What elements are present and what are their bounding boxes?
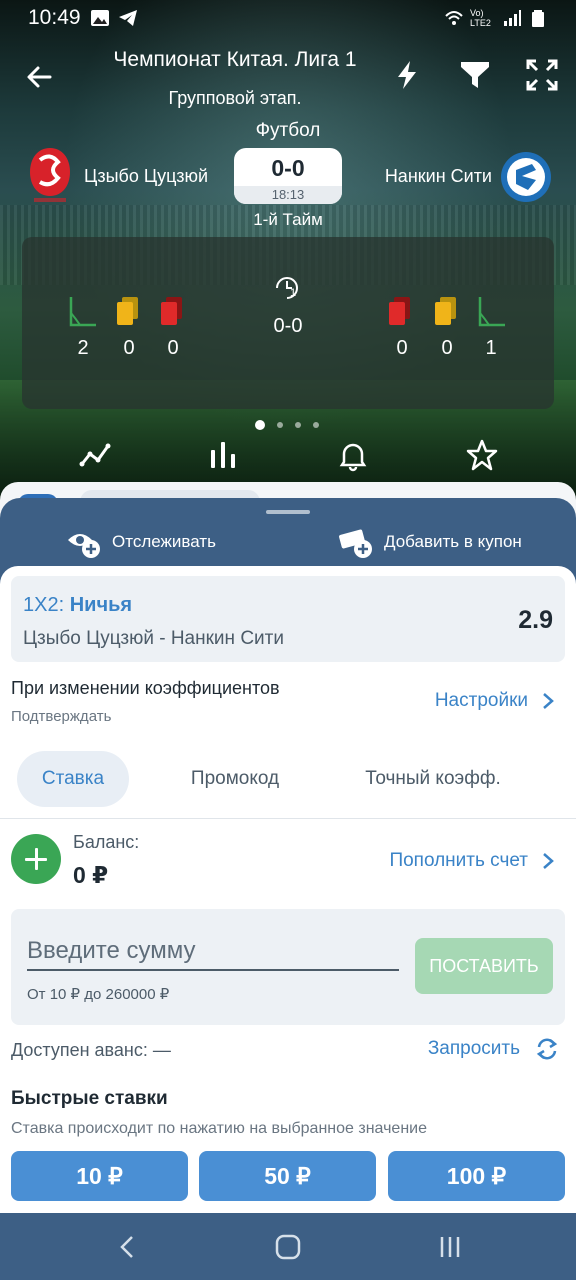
home-yellow-count: 0 <box>123 337 135 359</box>
filter-icon[interactable] <box>458 58 492 92</box>
match-tabs <box>0 438 576 478</box>
gallery-icon <box>91 10 109 26</box>
chevron-right-icon <box>543 853 554 869</box>
place-bet-button[interactable]: ПОСТАВИТЬ <box>415 938 553 994</box>
balance-value: 0 ₽ <box>73 862 109 888</box>
match-score: 0-0 <box>271 155 305 181</box>
bell-icon[interactable] <box>336 438 370 472</box>
back-arrow-icon[interactable] <box>22 60 56 94</box>
bet-match: Цзыбо Цуцзюй - Нанкин Сити <box>23 628 284 649</box>
away-corners-count: 1 <box>485 337 497 359</box>
fullscreen-icon[interactable] <box>525 58 559 92</box>
bet-market: 1X2: Ничья <box>23 594 133 616</box>
nav-home-icon[interactable] <box>272 1231 304 1263</box>
add-balance-button[interactable] <box>11 834 61 884</box>
coupon-plus-icon <box>339 529 372 558</box>
add-to-coupon-button[interactable]: Добавить в купон <box>338 522 522 562</box>
away-yellow-count: 0 <box>441 337 453 359</box>
match-time: 18:13 <box>234 186 342 204</box>
odds-change-title: При изменении коэффициентов <box>11 678 280 698</box>
advance-label: Доступен аванс: — <box>11 1040 171 1060</box>
home-corner-icon <box>69 297 96 327</box>
track-button[interactable]: Отслеживать <box>66 522 216 562</box>
scoreboard: 0-0 18:13 <box>234 148 342 204</box>
chevron-right-icon <box>543 693 554 709</box>
request-advance-link[interactable]: Запросить <box>428 1036 560 1062</box>
bet-selection: Ничья <box>69 594 133 616</box>
status-time: 10:49 <box>28 6 81 29</box>
match-stats-panel: 2 0 0 1 0-0 0 0 1 <box>22 237 554 409</box>
pager-dot[interactable] <box>313 422 319 428</box>
divider <box>0 818 576 819</box>
pager-dots <box>255 420 319 430</box>
star-icon[interactable] <box>465 438 499 472</box>
wifi-icon <box>445 11 463 25</box>
pager-dot[interactable] <box>295 422 301 428</box>
half-score: 0-0 <box>273 315 303 337</box>
signal-icon <box>504 10 521 26</box>
battery-icon <box>532 10 544 27</box>
telegram-icon <box>119 10 137 26</box>
topup-label: Пополнить счет <box>389 850 528 871</box>
statistics-icon[interactable] <box>206 438 240 472</box>
request-label: Запросить <box>427 1038 520 1059</box>
quick-bets-title: Быстрые ставки <box>11 1088 168 1109</box>
match-period: 1-й Тайм <box>253 210 323 229</box>
nav-recents-icon[interactable] <box>434 1231 466 1263</box>
tab-exact-odds[interactable]: Точный коэфф. <box>348 751 518 807</box>
balance-label: Баланс: <box>73 832 140 852</box>
page-subtitle: Групповой этап. <box>168 88 302 108</box>
amount-range: От 10 ₽ до 260000 ₽ <box>27 986 170 1003</box>
home-red-card-icon <box>161 297 182 325</box>
tab-bet[interactable]: Ставка <box>17 751 129 807</box>
topup-link[interactable]: Пополнить счет <box>389 850 554 872</box>
away-team-name[interactable]: Нанкин Сити <box>385 166 492 187</box>
tab-promocode[interactable]: Промокод <box>170 751 300 807</box>
bet-slip: 1X2: Ничья Цзыбо Цуцзюй - Нанкин Сити 2.… <box>0 566 576 1213</box>
away-red-count: 0 <box>396 337 408 359</box>
home-yellow-card-icon <box>117 297 138 325</box>
away-corner-icon <box>478 297 505 327</box>
away-red-card-icon <box>389 297 410 325</box>
nav-back-icon[interactable] <box>112 1231 144 1263</box>
away-yellow-card-icon <box>435 297 456 325</box>
settings-link[interactable]: Настройки <box>435 690 554 712</box>
refresh-icon <box>536 1038 558 1060</box>
quick-bet-50[interactable]: 50 ₽ <box>199 1151 376 1201</box>
odds-change-value: Подтверждать <box>11 708 112 725</box>
selected-bet-card[interactable]: 1X2: Ничья Цзыбо Цуцзюй - Нанкин Сити 2.… <box>11 576 565 662</box>
quick-bets-subtitle: Ставка происходит по нажатию на выбранно… <box>11 1120 427 1137</box>
network-label: Vo) LTE2 <box>470 8 491 28</box>
half-number: 1 <box>290 287 297 299</box>
amount-card: От 10 ₽ до 260000 ₽ ПОСТАВИТЬ <box>11 909 565 1025</box>
half-timer-icon: 1 <box>272 273 302 303</box>
amount-input[interactable] <box>27 933 399 971</box>
header: Чемпионат Китая. Лига 1 Групповой этап. <box>0 40 576 120</box>
lightning-icon[interactable] <box>390 58 424 92</box>
sport-label: Футбол <box>255 120 321 141</box>
drag-handle[interactable] <box>266 510 310 514</box>
add-coupon-label: Добавить в купон <box>384 532 522 551</box>
trend-chart-icon[interactable] <box>78 438 112 472</box>
bet-odds: 2.9 <box>518 606 553 634</box>
page-title: Чемпионат Китая. Лига 1 <box>113 48 357 71</box>
track-eye-plus-icon <box>68 534 100 558</box>
home-team-name[interactable]: Цзыбо Цуцзюй <box>84 166 208 187</box>
away-team-logo-icon[interactable] <box>498 150 554 204</box>
track-label: Отслеживать <box>112 532 216 551</box>
home-red-count: 0 <box>167 337 179 359</box>
system-nav-bar <box>0 1213 576 1280</box>
quick-bet-100[interactable]: 100 ₽ <box>388 1151 565 1201</box>
settings-label: Настройки <box>434 690 528 711</box>
home-corners-count: 2 <box>77 337 89 359</box>
pager-dot[interactable] <box>277 422 283 428</box>
home-team-logo-icon[interactable] <box>28 146 72 204</box>
quick-bet-10[interactable]: 10 ₽ <box>11 1151 188 1201</box>
status-bar: 10:49 Vo) LTE2 <box>0 0 576 38</box>
pager-dot-active[interactable] <box>255 420 265 430</box>
